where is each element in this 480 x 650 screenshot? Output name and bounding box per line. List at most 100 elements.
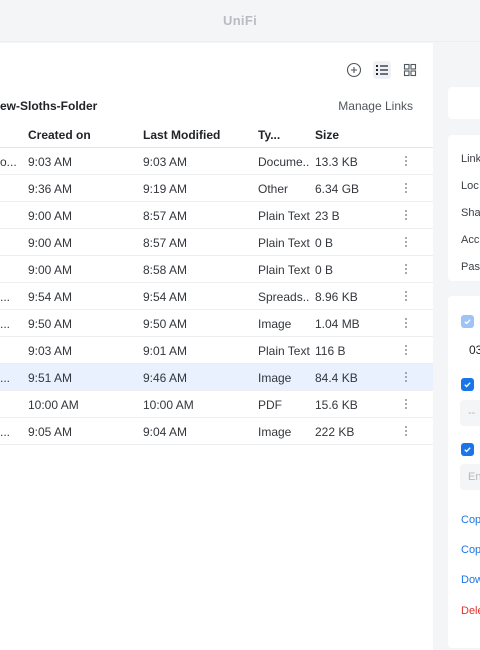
type-cell: Other (258, 182, 289, 196)
option-input-placeholder: -- (468, 407, 476, 419)
table-row[interactable]: 9:03 AM 9:01 AM Plain Text 116 B (0, 337, 433, 364)
option-checkbox[interactable] (461, 378, 474, 391)
size-cell: 0 B (315, 236, 334, 250)
type-cell: Image (258, 371, 292, 385)
size-cell: 116 B (315, 344, 346, 358)
modified-cell: 8:57 AM (143, 236, 188, 250)
more-options-icon[interactable] (400, 315, 412, 331)
password-checkbox[interactable] (461, 443, 474, 456)
created-cell: 9:00 AM (28, 236, 73, 250)
column-created[interactable]: Created on (28, 128, 91, 142)
expiry-checkbox[interactable] (461, 315, 474, 328)
created-cell: 9:00 AM (28, 209, 73, 223)
file-name-cell: o... (0, 155, 16, 169)
info-label-location: Loc (461, 180, 479, 192)
info-label-access: Acc (461, 234, 480, 246)
table-header: Created on Last Modified Ty... Size (0, 123, 433, 148)
size-cell: 1.04 MB (315, 317, 360, 331)
table-row[interactable]: 10:00 AM 10:00 AM PDF 15.6 KB (0, 391, 433, 418)
expiry-date-value[interactable]: 03 (469, 343, 480, 357)
table-row[interactable]: o... 9:03 AM 9:03 AM Docume... 13.3 KB (0, 148, 433, 175)
created-cell: 9:50 AM (28, 317, 73, 331)
more-options-icon[interactable] (400, 369, 412, 385)
column-size[interactable]: Size (315, 128, 339, 142)
info-label-link: Link (461, 153, 480, 165)
more-options-icon[interactable] (400, 234, 412, 250)
type-cell: Docume... (258, 155, 310, 169)
table-row[interactable]: ... 9:54 AM 9:54 AM Spreads... 8.96 KB (0, 283, 433, 310)
size-cell: 8.96 KB (315, 290, 358, 304)
table-row[interactable]: 9:00 AM 8:58 AM Plain Text 0 B (0, 256, 433, 283)
more-options-icon[interactable] (400, 153, 412, 169)
table-row[interactable]: 9:36 AM 9:19 AM Other 6.34 GB (0, 175, 433, 202)
size-cell: 13.3 KB (315, 155, 358, 169)
type-cell: Plain Text (258, 344, 310, 358)
modified-cell: 9:50 AM (143, 317, 188, 331)
list-view-icon[interactable] (373, 61, 391, 79)
more-options-icon[interactable] (400, 396, 412, 412)
info-label-shared: Sha (461, 207, 480, 219)
size-cell: 6.34 GB (315, 182, 360, 196)
created-cell: 9:00 AM (28, 263, 73, 277)
type-cell: Plain Text (258, 236, 310, 250)
column-last-modified[interactable]: Last Modified (143, 128, 220, 142)
created-cell: 9:51 AM (28, 371, 73, 385)
column-type[interactable]: Ty... (258, 128, 280, 142)
manage-links-link[interactable]: Manage Links (338, 99, 413, 113)
modified-cell: 8:58 AM (143, 263, 188, 277)
modified-cell: 9:19 AM (143, 182, 188, 196)
more-options-icon[interactable] (400, 207, 412, 223)
modified-cell: 9:04 AM (143, 425, 188, 439)
type-cell: Spreads... (258, 290, 310, 304)
copy-link-button[interactable]: Cop (461, 514, 480, 526)
type-cell: PDF (258, 398, 282, 412)
details-search-card (448, 87, 480, 119)
created-cell: 10:00 AM (28, 398, 79, 412)
size-cell: 15.6 KB (315, 398, 358, 412)
created-cell: 9:05 AM (28, 425, 73, 439)
folder-name: ew-Sloths-Folder (0, 99, 98, 113)
more-options-icon[interactable] (400, 288, 412, 304)
folder-header: ew-Sloths-Folder Manage Links (0, 99, 433, 119)
more-options-icon[interactable] (400, 261, 412, 277)
password-input-placeholder: Ent (468, 471, 480, 483)
option-input[interactable]: -- (460, 400, 480, 426)
grid-view-icon[interactable] (401, 61, 419, 79)
delete-button[interactable]: Dele (461, 605, 480, 617)
more-options-icon[interactable] (400, 180, 412, 196)
type-cell: Image (258, 425, 292, 439)
size-cell: 23 B (315, 209, 340, 223)
file-name-cell: ... (0, 371, 11, 385)
size-cell: 222 KB (315, 425, 355, 439)
app-title: UniFi (223, 13, 257, 28)
table-row[interactable]: 9:00 AM 8:57 AM Plain Text 0 B (0, 229, 433, 256)
created-cell: 9:36 AM (28, 182, 73, 196)
file-table: Created on Last Modified Ty... Size o...… (0, 123, 433, 445)
modified-cell: 10:00 AM (143, 398, 194, 412)
size-cell: 84.4 KB (315, 371, 358, 385)
created-cell: 9:03 AM (28, 155, 73, 169)
table-row[interactable]: 9:00 AM 8:57 AM Plain Text 23 B (0, 202, 433, 229)
created-cell: 9:54 AM (28, 290, 73, 304)
copy-password-button[interactable]: Cop (461, 544, 480, 556)
view-toolbar (345, 61, 419, 79)
modified-cell: 9:03 AM (143, 155, 188, 169)
download-button[interactable]: Dow (461, 574, 480, 586)
file-name-cell: ... (0, 290, 11, 304)
info-label-password: Pass (461, 261, 480, 273)
table-row[interactable]: ... 9:50 AM 9:50 AM Image 1.04 MB (0, 310, 433, 337)
type-cell: Image (258, 317, 292, 331)
top-bar: UniFi (0, 0, 480, 42)
password-input[interactable]: Ent (460, 464, 480, 490)
file-browser: ew-Sloths-Folder Manage Links Created on… (0, 43, 433, 650)
more-options-icon[interactable] (400, 342, 412, 358)
size-cell: 0 B (315, 263, 334, 277)
table-row[interactable]: ... 9:05 AM 9:04 AM Image 222 KB (0, 418, 433, 445)
table-row[interactable]: ... 9:51 AM 9:46 AM Image 84.4 KB (0, 364, 433, 391)
modified-cell: 9:54 AM (143, 290, 188, 304)
modified-cell: 8:57 AM (143, 209, 188, 223)
more-options-icon[interactable] (400, 423, 412, 439)
file-name-cell: ... (0, 317, 11, 331)
table-body: o... 9:03 AM 9:03 AM Docume... 13.3 KB 9:36 A… (0, 148, 433, 445)
plus-circle-icon[interactable] (345, 61, 363, 79)
